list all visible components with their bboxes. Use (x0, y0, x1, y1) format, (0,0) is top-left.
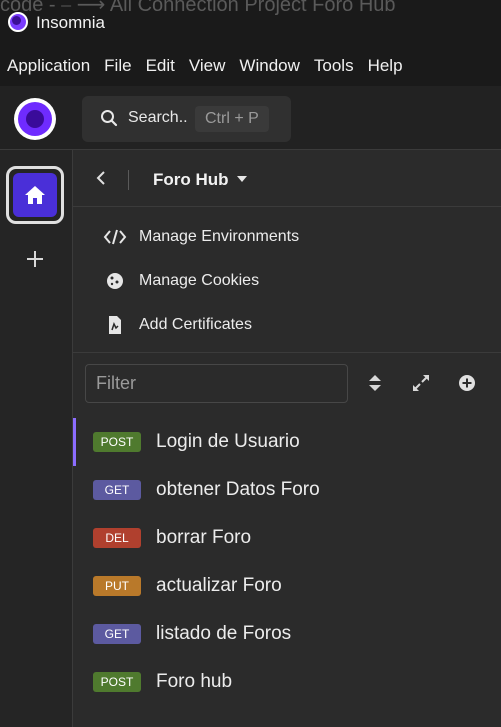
request-item[interactable]: POST Login de Usuario (73, 418, 501, 466)
sort-button[interactable] (364, 372, 386, 394)
menu-application[interactable]: Application (0, 56, 97, 76)
manage-environments-item[interactable]: Manage Environments (103, 223, 299, 251)
manage-environments-label: Manage Environments (139, 228, 300, 245)
manage-menu: Manage Environments Manage Cookies Add C… (73, 207, 501, 353)
manage-cookies-item[interactable]: Manage Cookies (103, 267, 259, 295)
certificate-file-icon (103, 313, 127, 337)
menu-bar: Application File Edit View Window Tools … (0, 46, 501, 86)
menu-view[interactable]: View (182, 56, 233, 76)
request-name: Foro hub (156, 671, 233, 692)
divider (128, 170, 129, 190)
request-item[interactable]: DEL borrar Foro (73, 514, 501, 562)
request-item[interactable]: POST Foro hub (73, 658, 501, 706)
project-panel: Foro Hub Manage Environments Manage Cook… (73, 150, 501, 727)
plus-circle-icon (459, 375, 475, 391)
title-bar: code - ⎯ ⟶ All Connection Project Foro H… (0, 0, 501, 46)
request-name: actualizar Foro (156, 575, 282, 596)
method-badge: PUT (93, 576, 141, 596)
menu-tools[interactable]: Tools (307, 56, 361, 76)
code-icon (103, 225, 127, 249)
caret-down-icon[interactable] (236, 174, 248, 184)
menu-help[interactable]: Help (361, 56, 410, 76)
request-name: Login de Usuario (156, 431, 300, 452)
insomnia-logo-icon (8, 12, 28, 32)
window-title: Insomnia (36, 13, 105, 32)
home-icon (25, 186, 45, 204)
add-certificates-item[interactable]: Add Certificates (103, 311, 252, 339)
app-header: Search.. Ctrl + P (0, 86, 501, 150)
method-badge: POST (93, 672, 141, 692)
menu-file[interactable]: File (97, 56, 138, 76)
expand-all-button[interactable] (410, 372, 432, 394)
home-button[interactable] (6, 166, 64, 224)
request-name: borrar Foro (156, 527, 252, 548)
add-icon[interactable] (22, 246, 48, 272)
insomnia-home-logo-icon[interactable] (14, 98, 56, 140)
create-request-button[interactable] (456, 372, 478, 394)
filter-input[interactable] (85, 364, 348, 403)
request-list: POST Login de Usuario GET obtener Datos For… (73, 418, 501, 706)
request-item[interactable]: GET obtener Datos Foro (73, 466, 501, 514)
expand-arrows-icon (413, 375, 429, 391)
method-badge: POST (93, 432, 141, 452)
request-name: listado de Foros (156, 623, 292, 644)
manage-cookies-label: Manage Cookies (139, 272, 260, 289)
project-name[interactable]: Foro Hub (153, 170, 229, 190)
project-header: Foro Hub (73, 150, 501, 207)
search-button[interactable]: Search.. Ctrl + P (82, 96, 291, 142)
request-name: obtener Datos Foro (156, 479, 320, 500)
method-badge: GET (93, 480, 141, 500)
left-rail (0, 150, 73, 727)
cookie-icon (103, 269, 127, 293)
chevron-left-icon[interactable] (91, 168, 111, 188)
menu-window[interactable]: Window (232, 56, 306, 76)
filter-row (73, 363, 501, 407)
request-item[interactable]: PUT actualizar Foro (73, 562, 501, 610)
sort-icon (369, 375, 381, 391)
search-label: Search.. (128, 109, 188, 126)
menu-edit[interactable]: Edit (139, 56, 182, 76)
request-item[interactable]: GET listado de Foros (73, 610, 501, 658)
method-badge: DEL (93, 528, 141, 548)
search-icon (101, 110, 118, 127)
method-badge: GET (93, 624, 141, 644)
add-certificates-label: Add Certificates (139, 316, 252, 333)
search-shortcut-badge: Ctrl + P (195, 106, 269, 132)
